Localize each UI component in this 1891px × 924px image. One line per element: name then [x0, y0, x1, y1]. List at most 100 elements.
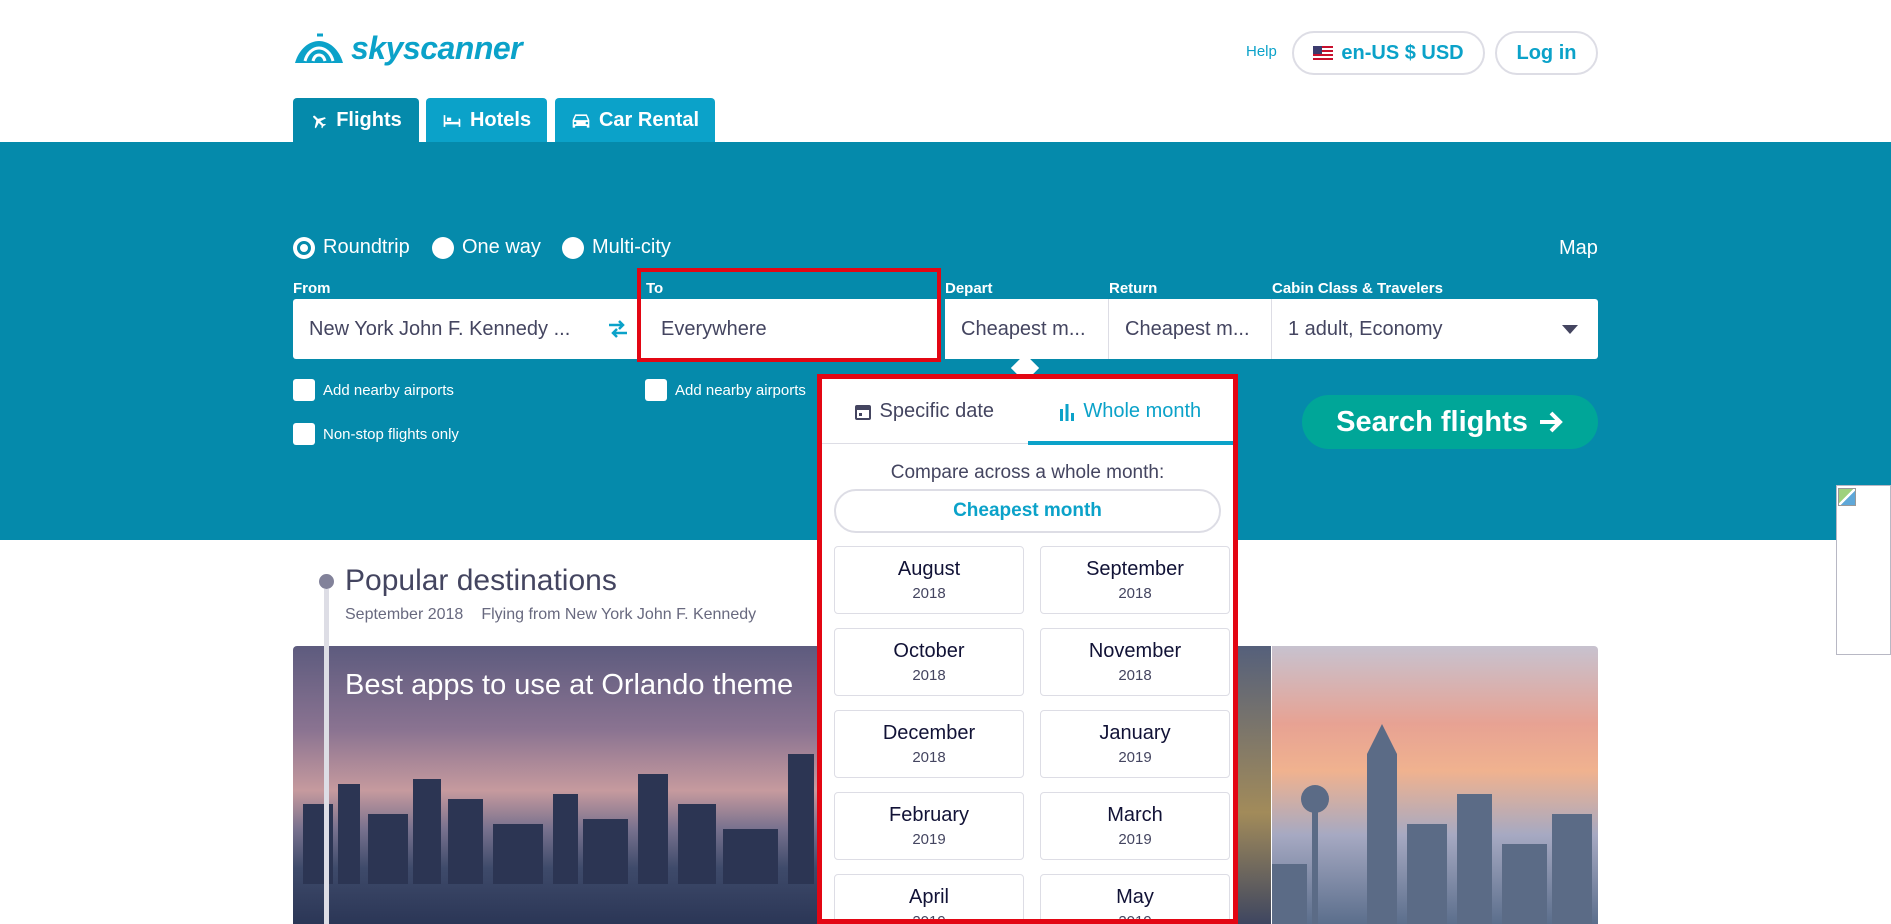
roundtrip-label: Roundtrip	[323, 236, 410, 258]
month-year: 2018	[912, 585, 946, 602]
month-option[interactable]: April 2019	[834, 874, 1024, 924]
nearby-from-checkbox[interactable]	[293, 379, 315, 401]
nearby-to-label: Add nearby airports	[675, 381, 806, 399]
month-option[interactable]: February 2019	[834, 792, 1024, 860]
destination-card-dallas[interactable]	[1272, 646, 1598, 924]
timeline-dot	[319, 574, 334, 589]
month-name: April	[908, 886, 949, 908]
month-option[interactable]: November 2018	[1040, 628, 1230, 696]
multi-city-label: Multi-city	[592, 236, 671, 258]
logo-text: skyscanner	[351, 29, 523, 66]
month-name: May	[1116, 886, 1154, 908]
timeline-line	[324, 589, 329, 924]
non-stop-checkbox[interactable]	[293, 423, 315, 445]
side-advertisement[interactable]	[1836, 485, 1891, 655]
non-stop-only[interactable]: Non-stop flights only	[293, 423, 459, 445]
tab-whole-month-label: Whole month	[1083, 400, 1202, 422]
depart-label: Depart	[945, 280, 993, 297]
destination-card-title[interactable]: Best apps to use at Orlando theme	[345, 669, 793, 702]
month-year: 2019	[912, 913, 946, 924]
month-option[interactable]: January 2019	[1040, 710, 1230, 778]
tab-hotels-label: Hotels	[469, 109, 532, 131]
month-year: 2019	[912, 831, 946, 848]
month-grid: August 2018 September 2018 October 2018 Novemb…	[834, 546, 1232, 924]
from-label: From	[293, 280, 331, 297]
login-button[interactable]: Log in	[1495, 31, 1598, 75]
tab-specific-date-label: Specific date	[879, 400, 994, 422]
plane-icon	[313, 115, 327, 128]
skyscanner-logo[interactable]: skyscanner	[293, 28, 523, 68]
month-year: 2019	[1118, 749, 1152, 766]
month-year: 2018	[1118, 667, 1152, 684]
compare-whole-month-text: Compare across a whole month:	[890, 462, 1165, 483]
cabin-label: Cabin Class & Travelers	[1272, 280, 1443, 297]
month-year: 2019	[1118, 831, 1152, 848]
help-link[interactable]: Help	[1246, 43, 1277, 60]
to-input[interactable]: Everywhere	[641, 299, 938, 359]
trip-type-multi-city[interactable]: Multi-city	[562, 236, 671, 259]
tab-flights[interactable]: Flights	[293, 98, 419, 143]
map-link[interactable]: Map	[1559, 237, 1598, 260]
chevron-down-icon[interactable]	[1562, 325, 1578, 334]
month-option[interactable]: September 2018	[1040, 546, 1230, 614]
cheapest-month-button[interactable]: Cheapest month	[834, 489, 1221, 533]
roundtrip-radio[interactable]	[293, 236, 315, 259]
page: skyscanner Help en-US $ USD Log in Fligh…	[0, 0, 1891, 924]
to-label: To	[646, 280, 664, 297]
calendar-icon	[855, 404, 872, 420]
popular-origin: Flying from New York John F. Kennedy	[481, 606, 757, 623]
broken-image-icon	[1838, 488, 1856, 506]
month-name: October	[893, 640, 965, 662]
trip-type-roundtrip[interactable]: Roundtrip	[293, 236, 410, 259]
us-flag-icon	[1313, 46, 1334, 60]
multi-city-radio[interactable]	[562, 236, 584, 259]
nearby-airports-from[interactable]: Add nearby airports	[293, 379, 454, 401]
locale-label: en-US $ USD	[1341, 41, 1464, 64]
month-name: August	[897, 558, 961, 580]
month-name: January	[1099, 722, 1171, 744]
nearby-to-checkbox[interactable]	[645, 379, 667, 401]
tab-hotels[interactable]: Hotels	[426, 98, 547, 143]
logo-icon	[295, 33, 343, 63]
month-option[interactable]: May 2019	[1040, 874, 1230, 924]
search-flights-label: Search flights	[1336, 405, 1528, 438]
popular-month: September 2018	[345, 606, 464, 623]
popular-destinations-subtitle: September 2018 Flying from New York John…	[345, 606, 756, 624]
month-option[interactable]: October 2018	[834, 628, 1024, 696]
tab-car-rental-label: Car Rental	[598, 109, 700, 131]
return-label: Return	[1109, 280, 1158, 297]
month-name: December	[882, 722, 976, 744]
tab-car-rental[interactable]: Car Rental	[555, 98, 715, 143]
swap-icon[interactable]	[607, 320, 629, 338]
tab-flights-label: Flights	[336, 109, 402, 131]
search-flights-button[interactable]: Search flights	[1302, 395, 1598, 449]
tab-specific-date[interactable]: Specific date	[822, 379, 1028, 444]
one-way-label: One way	[462, 236, 541, 258]
car-icon	[572, 113, 590, 128]
month-option[interactable]: August 2018	[834, 546, 1024, 614]
non-stop-label: Non-stop flights only	[323, 425, 459, 443]
month-name: November	[1088, 640, 1182, 662]
dallas-skyline-image	[1272, 724, 1592, 924]
from-input[interactable]: New York John F. Kennedy ...	[293, 299, 641, 359]
popular-destinations-title: Popular destinations	[345, 564, 617, 597]
nearby-from-label: Add nearby airports	[323, 381, 454, 399]
trip-type-one-way[interactable]: One way	[432, 236, 541, 259]
one-way-radio[interactable]	[432, 236, 454, 259]
month-name: September	[1086, 558, 1184, 580]
bar-chart-icon	[1060, 403, 1075, 421]
month-year: 2018	[912, 749, 946, 766]
tab-whole-month[interactable]: Whole month	[1027, 379, 1234, 445]
depart-input[interactable]: Cheapest m...	[945, 299, 1109, 359]
locale-currency-button[interactable]: en-US $ USD	[1292, 31, 1485, 75]
month-name: February	[888, 804, 970, 826]
bed-icon	[443, 114, 461, 127]
month-option[interactable]: March 2019	[1040, 792, 1230, 860]
month-year: 2019	[1118, 913, 1152, 924]
date-picker-tabs: Specific date Whole month	[822, 379, 1234, 445]
destination-card-partial[interactable]	[1238, 646, 1271, 924]
month-option[interactable]: December 2018	[834, 710, 1024, 778]
nearby-airports-to[interactable]: Add nearby airports	[645, 379, 806, 401]
return-input[interactable]: Cheapest m...	[1109, 299, 1272, 359]
cabin-travelers-select[interactable]: 1 adult, Economy	[1272, 299, 1598, 359]
